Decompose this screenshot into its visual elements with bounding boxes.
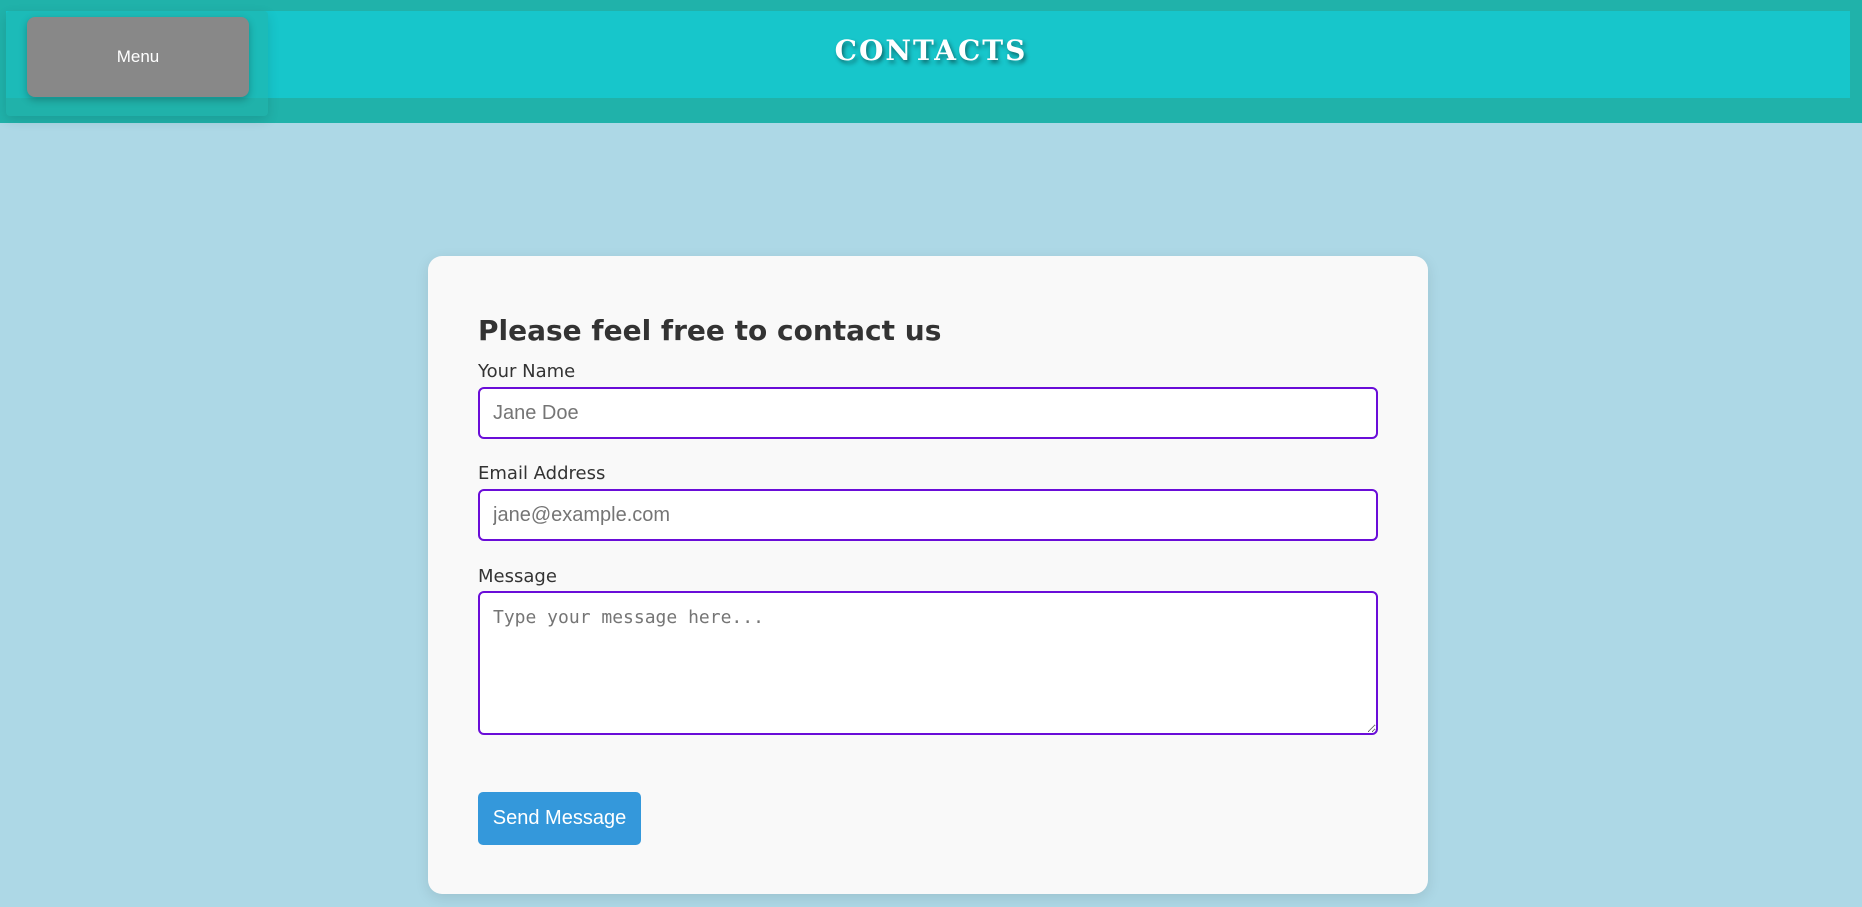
message-textarea[interactable] [478, 591, 1378, 735]
send-message-button[interactable]: Send Message [478, 792, 641, 845]
name-input[interactable] [478, 387, 1378, 439]
form-heading: Please feel free to contact us [478, 314, 942, 347]
name-label: Your Name [478, 361, 576, 382]
contact-form-card: Please feel free to contact us Your Name… [428, 256, 1428, 894]
email-label: Email Address [478, 463, 606, 484]
site-header: Menu CONTACTS [0, 0, 1862, 123]
email-input[interactable] [478, 489, 1378, 541]
page-title: CONTACTS [834, 34, 1028, 67]
message-label: Message [478, 566, 557, 587]
